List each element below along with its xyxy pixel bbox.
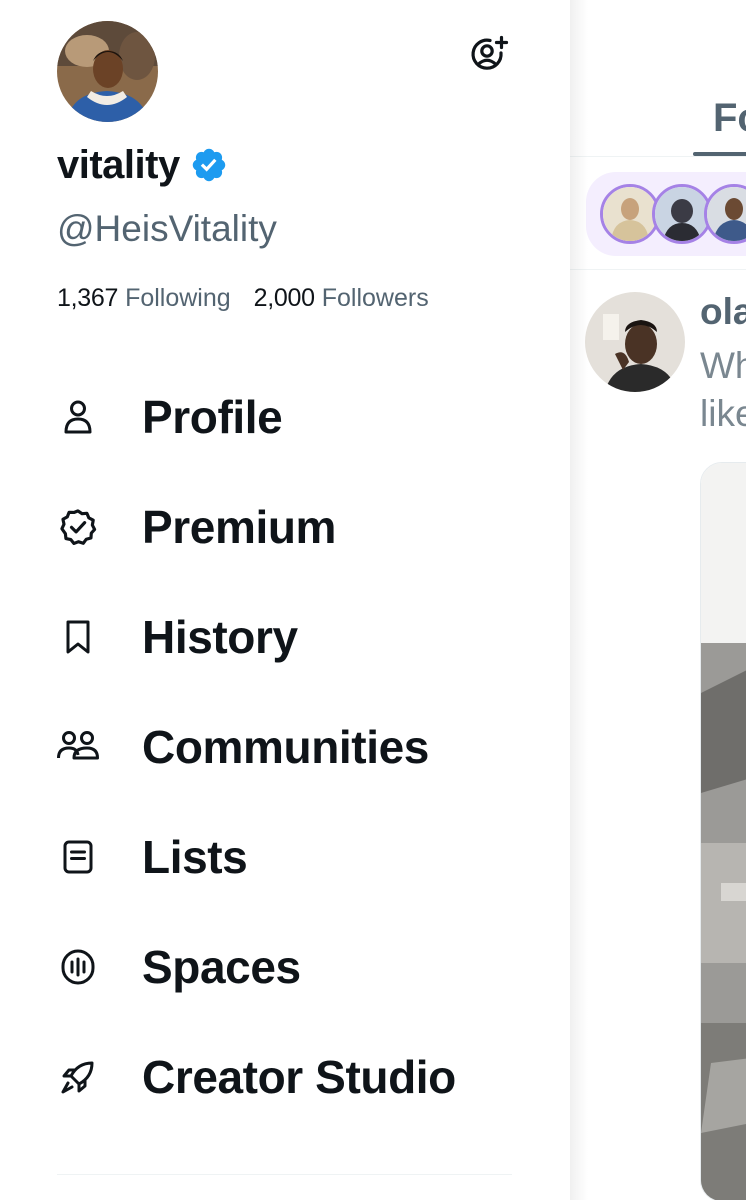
fleets-divider: [570, 269, 746, 270]
nav-label-communities: Communities: [142, 721, 429, 773]
nav-label-profile: Profile: [142, 391, 283, 443]
nav-label-spaces: Spaces: [142, 941, 301, 993]
nav-item-premium[interactable]: Premium: [0, 472, 570, 582]
following-label: Following: [125, 284, 231, 312]
microphone-icon: [56, 945, 100, 989]
add-account-button[interactable]: [466, 34, 512, 80]
nav-label-creator-studio: Creator Studio: [142, 1051, 456, 1103]
tab-following[interactable]: Fo: [713, 96, 746, 141]
drawer-divider: [57, 1174, 512, 1175]
display-name-row[interactable]: vitality: [57, 141, 228, 189]
fleet-avatar[interactable]: [704, 184, 746, 244]
post-text: Wh like: [700, 342, 746, 438]
bookmark-icon: [56, 615, 100, 659]
followers-stat[interactable]: 2,000 Followers: [254, 282, 429, 314]
tabs-divider: [570, 156, 746, 157]
people-icon: [56, 725, 100, 769]
list-icon: [56, 835, 100, 879]
post-text-line: Wh: [700, 345, 746, 386]
post-media-image[interactable]: [700, 462, 746, 1200]
navigation-drawer: vitality @HeisVitality 1,367 Following 2…: [0, 0, 570, 1200]
avatar[interactable]: [57, 21, 158, 122]
following-count: 1,367: [57, 284, 119, 312]
post-author-avatar[interactable]: [585, 292, 685, 392]
following-stat[interactable]: 1,367 Following: [57, 282, 231, 314]
nav-label-history: History: [142, 611, 298, 663]
nav-item-communities[interactable]: Communities: [0, 692, 570, 802]
follow-stats: 1,367 Following 2,000 Followers: [57, 282, 429, 314]
nav-label-premium: Premium: [142, 501, 337, 553]
fleets-bar[interactable]: [586, 172, 746, 256]
post-text-line: like: [700, 393, 746, 434]
followers-count: 2,000: [253, 284, 315, 312]
fleet-avatar[interactable]: [600, 184, 660, 244]
person-plus-icon: [468, 34, 510, 81]
fleet-avatar[interactable]: [652, 184, 712, 244]
nav-label-lists: Lists: [142, 831, 248, 883]
nav-item-history[interactable]: History: [0, 582, 570, 692]
person-icon: [56, 395, 100, 439]
user-handle: @HeisVitality: [57, 208, 277, 249]
nav-item-lists[interactable]: Lists: [0, 802, 570, 912]
rocket-icon: [56, 1055, 100, 1099]
drawer-nav: Profile Premium History Communities List…: [0, 362, 570, 1132]
nav-item-creator-studio[interactable]: Creator Studio: [0, 1022, 570, 1132]
verified-badge-icon: [56, 505, 100, 549]
post-author-name[interactable]: ola: [700, 290, 746, 334]
display-name: vitality: [57, 143, 180, 187]
home-timeline: Fola Wh like: [570, 0, 746, 1200]
verified-badge-icon: [190, 146, 228, 184]
followers-label: Followers: [321, 284, 429, 312]
nav-item-profile[interactable]: Profile: [0, 362, 570, 472]
nav-item-spaces[interactable]: Spaces: [0, 912, 570, 1022]
